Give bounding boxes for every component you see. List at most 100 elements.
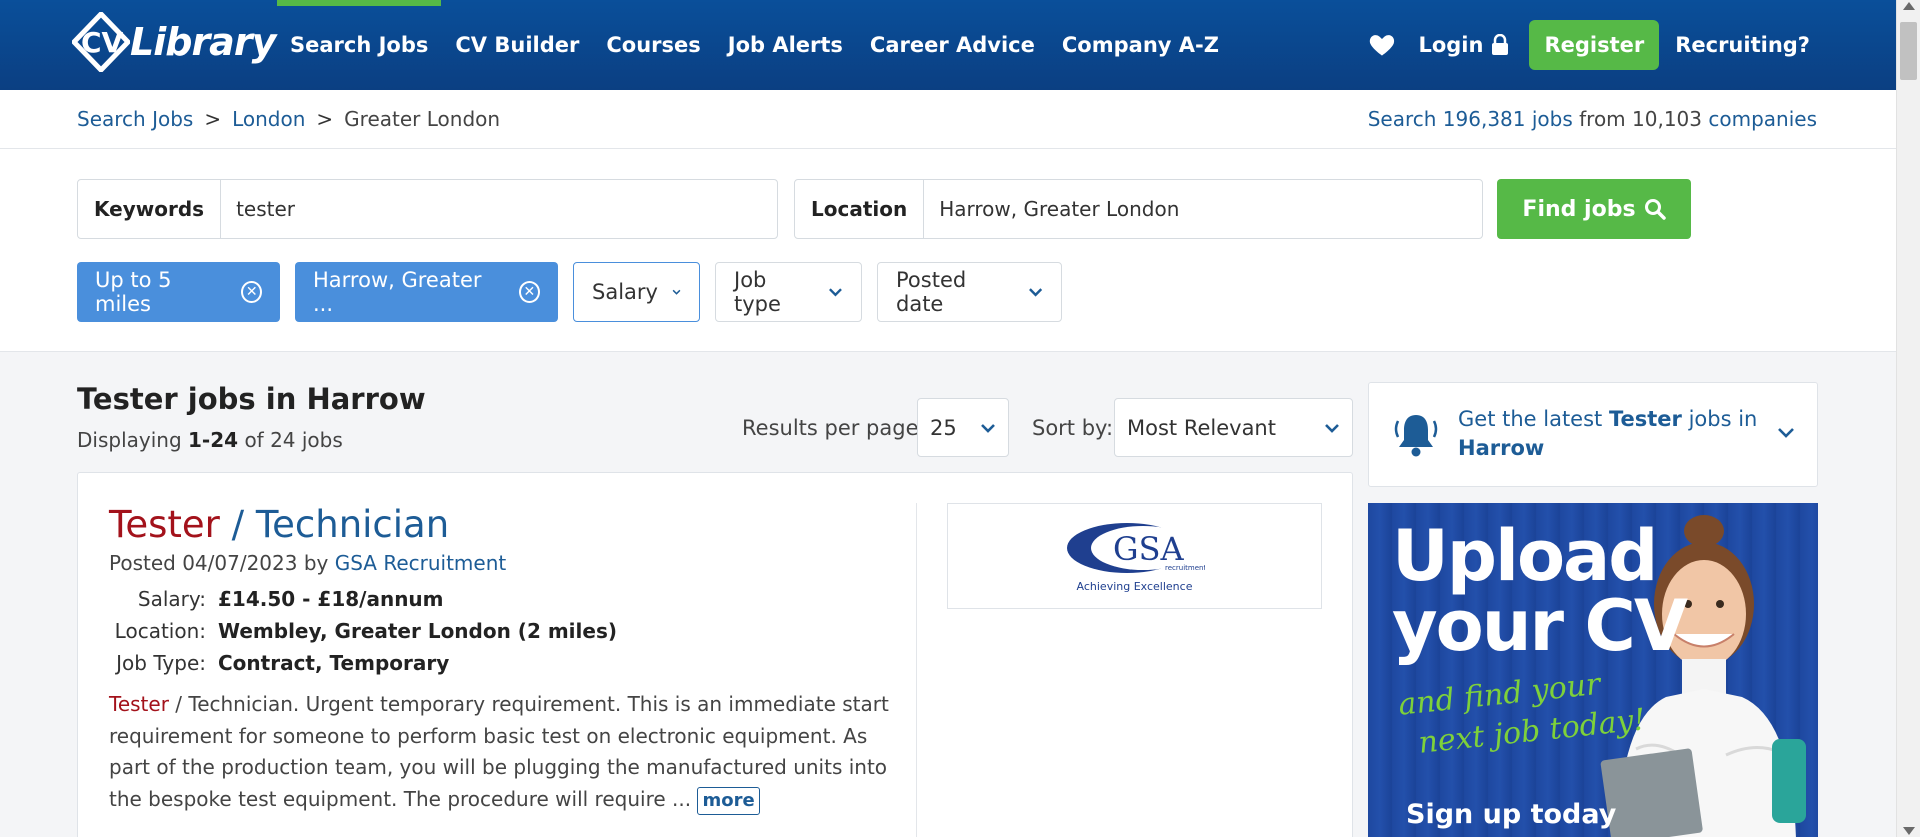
breadcrumb-separator: >: [204, 107, 222, 131]
distance-filter-label: Up to 5 miles: [95, 268, 172, 316]
alert-location: Harrow: [1458, 436, 1545, 460]
job-type-value: Contract, Temporary: [218, 651, 450, 675]
chevron-down-icon: [829, 288, 842, 297]
salary-label: Salary:: [137, 587, 206, 611]
site-stats: Search 196,381 jobs from 10,103 companie…: [1368, 107, 1817, 131]
job-posted-prefix: Posted 04/07/2023 by: [109, 551, 329, 575]
keywords-input[interactable]: [221, 197, 777, 221]
breadcrumb-london[interactable]: London: [232, 107, 305, 131]
results-per-page-select[interactable]: 25: [917, 398, 1009, 457]
salary-filter-dropdown[interactable]: Salary: [573, 262, 700, 322]
location-row-label: Location:: [114, 619, 206, 643]
login-label: Login: [1418, 33, 1484, 57]
distance-filter-chip[interactable]: Up to 5 miles ✕: [77, 262, 280, 322]
alert-mid: jobs in: [1688, 407, 1758, 431]
job-alert-text: Get the latest Tester jobs in Harrow: [1458, 405, 1778, 463]
saved-jobs-heart-icon[interactable]: [1368, 31, 1396, 59]
alert-prefix: Get the latest: [1458, 407, 1603, 431]
gsa-logo-sub: recruitment: [1165, 564, 1205, 572]
card-divider: [916, 503, 917, 837]
chevron-down-icon: [1028, 288, 1042, 297]
remove-distance-filter-icon[interactable]: ✕: [241, 281, 262, 303]
chevron-down-icon: [672, 289, 681, 295]
location-field: Location: [794, 179, 1483, 239]
nav-career-advice[interactable]: Career Advice: [870, 0, 1035, 90]
desc-highlight: Tester: [109, 692, 169, 716]
stats-companies-link[interactable]: companies: [1708, 107, 1817, 131]
chevron-down-icon: [1325, 423, 1339, 433]
company-logo-box[interactable]: GSA recruitment Achieving Excellence: [947, 503, 1322, 609]
remove-location-filter-icon[interactable]: ✕: [518, 281, 540, 303]
logo-text: Library: [130, 20, 276, 64]
ad-cta[interactable]: Sign up today: [1406, 799, 1616, 830]
main-nav-links: Search Jobs CV Builder Courses Job Alert…: [276, 0, 1246, 90]
job-posted: Posted 04/07/2023 by GSA Recruitment: [109, 551, 506, 575]
scroll-down-arrow-icon[interactable]: [1903, 827, 1915, 835]
top-navigation: CV Library Search Jobs CV Builder Course…: [0, 0, 1896, 90]
job-description: Tester / Technician. Urgent temporary re…: [109, 689, 889, 815]
job-card: Tester / Technician Posted 04/07/2023 by…: [77, 472, 1353, 837]
more-button[interactable]: more: [697, 786, 760, 815]
page-scrollbar[interactable]: [1896, 0, 1920, 837]
stats-search-link[interactable]: Search: [1368, 107, 1437, 131]
breadcrumb-greater-london: Greater London: [344, 107, 501, 131]
sort-by-value: Most Relevant: [1127, 415, 1276, 440]
nav-cv-builder[interactable]: CV Builder: [455, 0, 579, 90]
location-row-value: Wembley, Greater London (2 miles): [218, 619, 617, 643]
keywords-field: Keywords: [77, 179, 778, 239]
search-icon: [1644, 199, 1666, 220]
job-company-link[interactable]: GSA Recruitment: [335, 551, 507, 575]
cv-logo-mark-icon: CV: [72, 12, 130, 72]
posted-date-filter-dropdown[interactable]: Posted date: [877, 262, 1062, 322]
breadcrumb: Search Jobs > London > Greater London: [77, 107, 500, 131]
login-link[interactable]: Login: [1418, 33, 1509, 57]
job-type-filter-label: Job type: [734, 268, 781, 316]
breadcrumb-bar: Search Jobs > London > Greater London Se…: [0, 90, 1896, 149]
job-alert-box[interactable]: Get the latest Tester jobs in Harrow: [1368, 382, 1818, 487]
cv-library-logo[interactable]: CV Library: [72, 12, 276, 72]
nav-job-alerts[interactable]: Job Alerts: [728, 0, 843, 90]
stats-mid-text: from 10,103: [1579, 107, 1703, 131]
nav-right-actions: Login Register Recruiting?: [1368, 0, 1810, 90]
chevron-down-icon: [981, 423, 995, 433]
results-count-range: 1-24: [188, 428, 239, 452]
upload-cv-ad[interactable]: Upload your CV and find your next job to…: [1368, 503, 1818, 837]
job-type-label: Job Type:: [116, 651, 206, 675]
nav-search-jobs[interactable]: Search Jobs: [276, 0, 442, 90]
stats-jobs-link[interactable]: 196,381 jobs: [1443, 107, 1573, 131]
job-title-link[interactable]: Tester / Technician: [109, 503, 449, 546]
results-per-page-label: Results per page:: [742, 416, 926, 440]
lock-icon: [1492, 34, 1509, 55]
job-salary-row: Salary: £14.50 - £18/annum: [109, 583, 617, 615]
nav-courses[interactable]: Courses: [606, 0, 700, 90]
desc-rest: / Technician. Urgent temporary requireme…: [109, 692, 889, 811]
find-jobs-label: Find jobs: [1522, 196, 1636, 222]
chevron-down-icon[interactable]: [1777, 427, 1795, 439]
breadcrumb-search-jobs[interactable]: Search Jobs: [77, 107, 193, 131]
salary-filter-label: Salary: [592, 280, 658, 304]
location-filter-chip[interactable]: Harrow, Greater ... ✕: [295, 262, 558, 322]
sort-by-select[interactable]: Most Relevant: [1114, 398, 1353, 457]
gsa-recruitment-logo: GSA recruitment: [1066, 522, 1205, 573]
find-jobs-button[interactable]: Find jobs: [1497, 179, 1691, 239]
job-details: Salary: £14.50 - £18/annum Location: Wem…: [109, 583, 617, 679]
scroll-thumb[interactable]: [1900, 22, 1917, 80]
nav-company-a-z[interactable]: Company A-Z: [1062, 0, 1219, 90]
results-count-suffix: of 24 jobs: [244, 428, 343, 452]
results-heading: Tester jobs in Harrow: [77, 382, 426, 416]
job-location-row: Location: Wembley, Greater London (2 mil…: [109, 615, 617, 647]
job-type-row: Job Type: Contract, Temporary: [109, 647, 617, 679]
gsa-logo-text: GSA: [1113, 530, 1184, 568]
job-type-filter-dropdown[interactable]: Job type: [715, 262, 862, 322]
register-button[interactable]: Register: [1529, 20, 1660, 70]
bell-alert-icon: [1394, 415, 1438, 457]
alert-keyword: Tester: [1608, 407, 1682, 431]
recruiting-link[interactable]: Recruiting?: [1675, 33, 1810, 57]
posted-date-filter-label: Posted date: [896, 268, 967, 316]
search-area: Keywords Location Find jobs Up to 5 mile…: [0, 149, 1896, 352]
location-input[interactable]: [924, 197, 1482, 221]
sort-by-label: Sort by:: [1032, 416, 1114, 440]
gsa-logo-tagline: Achieving Excellence: [1076, 579, 1193, 593]
scroll-up-arrow-icon[interactable]: [1903, 2, 1915, 10]
job-title-highlight: Tester: [109, 503, 220, 546]
